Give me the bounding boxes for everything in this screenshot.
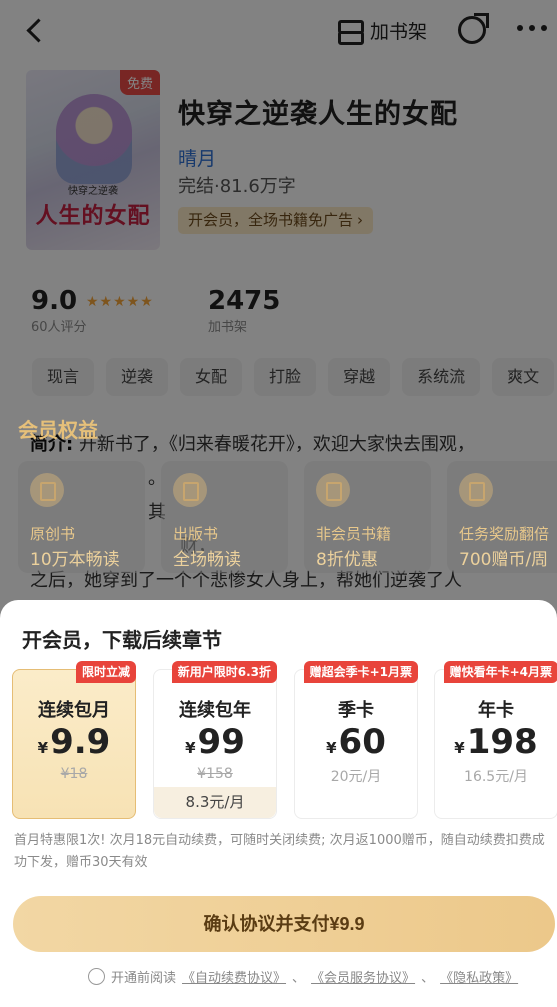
privacy-policy-link[interactable]: 《隐私政策》 xyxy=(440,967,518,986)
currency-symbol: ¥ xyxy=(326,739,337,757)
gift-icon xyxy=(459,473,493,507)
benefit-line2: 700赠币/周 xyxy=(459,550,549,570)
plan-price: ¥9.9 xyxy=(13,722,135,762)
plan-card-yearly-auto[interactable]: 新用户限时6.3折 连续包年 ¥99 ¥158 8.3元/月 xyxy=(153,661,277,819)
agree-radio[interactable] xyxy=(88,968,105,985)
yen-shield-icon xyxy=(316,473,350,507)
currency-symbol: ¥ xyxy=(37,739,49,757)
plan-name: 连续包年 xyxy=(179,700,251,721)
price-value: 60 xyxy=(338,722,386,762)
plan-name: 连续包月 xyxy=(38,700,110,721)
benefit-line2: 全场畅读 xyxy=(173,550,241,570)
plan-card-yearly[interactable]: 赠快看年卡+4月票 年卡 ¥198 16.5元/月 xyxy=(434,661,557,819)
confirm-pay-button[interactable]: 确认协议并支付¥9.9 xyxy=(13,896,555,952)
monthly-equivalent: 8.3元/月 xyxy=(154,787,276,818)
benefit-card: 任务奖励翻倍 700赠币/周 xyxy=(447,461,557,573)
benefit-line1: 非会员书籍 xyxy=(316,525,392,543)
currency-symbol: ¥ xyxy=(185,739,196,757)
price-value: 198 xyxy=(466,722,538,762)
open-book-icon xyxy=(173,473,207,507)
benefit-line2: 10万本畅读 xyxy=(30,550,120,570)
plan-price: ¥99 xyxy=(154,722,276,762)
plan-ribbon: 赠超会季卡+1月票 xyxy=(303,661,418,683)
plan-card-monthly-auto[interactable]: 限时立减 连续包月 ¥9.9 ¥18 xyxy=(12,661,136,819)
monthly-equivalent: 16.5元/月 xyxy=(464,769,528,785)
member-benefits-list: 原创书 10万本畅读 出版书 全场畅读 非会员书籍 8折优惠 任务奖励翻倍 70… xyxy=(18,461,557,573)
plan-name: 季卡 xyxy=(338,700,374,721)
agree-prefix: 开通前阅读 xyxy=(111,971,177,986)
benefit-card: 出版书 全场畅读 xyxy=(161,461,288,573)
plan-ribbon: 限时立减 xyxy=(75,661,136,683)
auto-renew-agreement-link[interactable]: 《自动续费协议》 xyxy=(182,967,286,986)
benefit-line1: 任务奖励翻倍 xyxy=(459,525,550,543)
monthly-equivalent: 20元/月 xyxy=(330,769,382,785)
plan-list: 限时立减 连续包月 ¥9.9 ¥18 新用户限时6.3折 连续包年 ¥99 ¥1… xyxy=(12,661,557,819)
agreement-row: 开通前阅读 《自动续费协议》、《会员服务协议》、《隐私政策》 xyxy=(88,967,518,986)
member-benefits-title: 会员权益 xyxy=(18,418,98,442)
price-value: 9.9 xyxy=(50,722,111,762)
benefit-line2: 8折优惠 xyxy=(316,550,378,570)
benefit-line1: 原创书 xyxy=(30,525,76,543)
plan-price: ¥60 xyxy=(295,722,417,762)
agree-separator: 、 xyxy=(421,971,435,986)
original-price: ¥18 xyxy=(60,766,88,782)
sheet-title: 开会员，下载后续章节 xyxy=(22,628,222,652)
plan-name: 年卡 xyxy=(478,700,514,721)
plan-price: ¥198 xyxy=(435,722,557,762)
currency-symbol: ¥ xyxy=(454,739,465,757)
plan-ribbon: 赠快看年卡+4月票 xyxy=(443,661,557,683)
agree-separator: 、 xyxy=(292,971,306,986)
plan-ribbon: 新用户限时6.3折 xyxy=(171,661,277,683)
price-value: 99 xyxy=(197,722,245,762)
book-icon xyxy=(30,473,64,507)
member-service-agreement-link[interactable]: 《会员服务协议》 xyxy=(311,967,415,986)
membership-bottom-sheet: 开会员，下载后续章节 限时立减 连续包月 ¥9.9 ¥18 新用户限时6.3折 … xyxy=(0,600,557,1007)
renewal-notice: 首月特惠限1次! 次月18元自动续费，可随时关闭续费; 次月返1000赠币，随自… xyxy=(14,833,545,870)
benefit-card: 非会员书籍 8折优惠 xyxy=(304,461,431,573)
benefit-card: 原创书 10万本畅读 xyxy=(18,461,145,573)
plan-card-quarterly[interactable]: 赠超会季卡+1月票 季卡 ¥60 20元/月 xyxy=(294,661,418,819)
original-price: ¥158 xyxy=(197,766,233,782)
benefit-line1: 出版书 xyxy=(173,525,219,543)
